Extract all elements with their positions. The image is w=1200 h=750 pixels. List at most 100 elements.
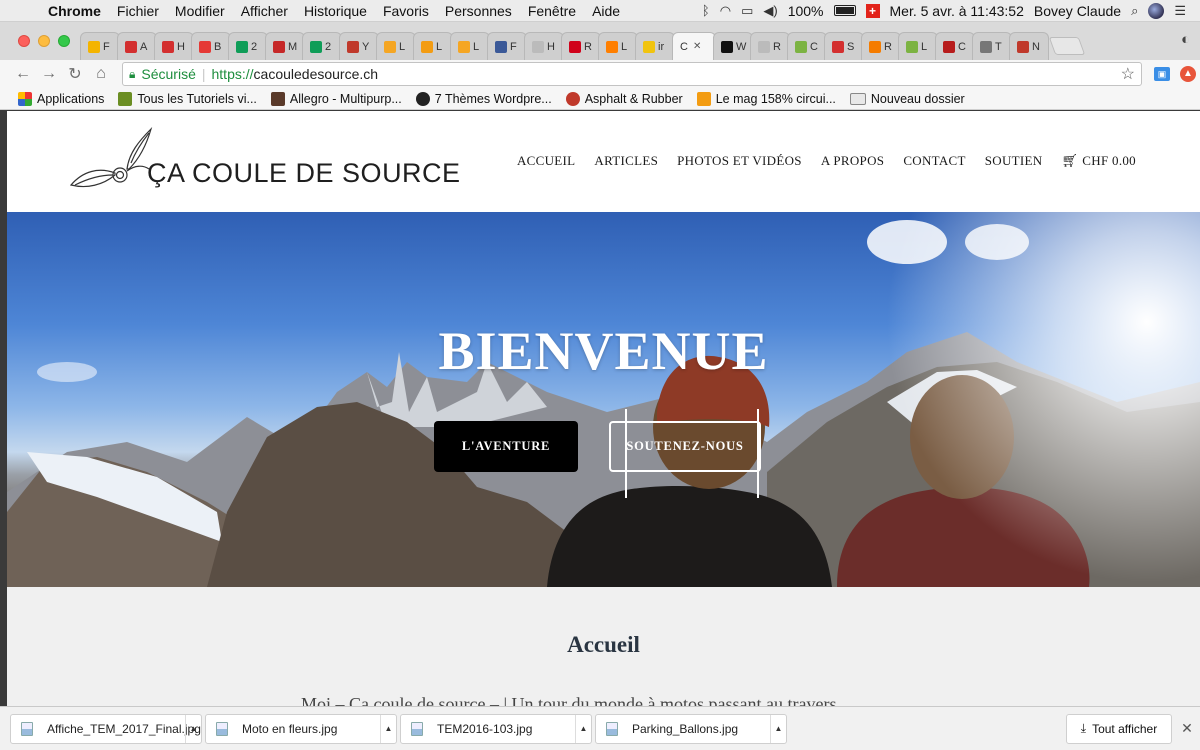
bookmark-item[interactable]: Asphalt & Rubber xyxy=(565,91,683,106)
browser-tab[interactable]: 2 xyxy=(302,32,342,60)
browser-tab-active[interactable]: C ✕ xyxy=(672,32,716,60)
notification-center-icon[interactable]: ☰ xyxy=(1174,3,1186,19)
profile-icon[interactable]: ◐ xyxy=(1181,31,1190,48)
tab-title: C xyxy=(810,40,818,53)
bookmark-item[interactable]: Allegro - Multipurp... xyxy=(270,91,402,106)
cart-link[interactable]: 🛒︎ CHF 0.00 xyxy=(1061,153,1136,169)
bookmark-item[interactable]: Nouveau dossier xyxy=(849,92,965,106)
browser-tab[interactable]: H xyxy=(154,32,194,60)
menu-modifier[interactable]: Modifier xyxy=(167,3,233,19)
browser-tab[interactable]: L xyxy=(598,32,638,60)
browser-tab[interactable]: F xyxy=(80,32,120,60)
nav-a-propos[interactable]: A PROPOS xyxy=(821,153,884,169)
clock[interactable]: Mer. 5 avr. à 11:43:52 xyxy=(890,3,1024,19)
download-menu-caret-icon[interactable]: ▲ xyxy=(185,714,201,743)
browser-tab[interactable]: C xyxy=(787,32,827,60)
browser-tab[interactable]: T xyxy=(972,32,1012,60)
close-window-button[interactable] xyxy=(18,35,30,47)
nav-accueil[interactable]: ACCUEIL xyxy=(517,153,575,169)
home-button[interactable]: ⌂ xyxy=(88,65,114,83)
download-item[interactable]: TEM2016-103.jpg ▲ xyxy=(400,713,592,744)
close-tab-icon[interactable]: ✕ xyxy=(693,41,701,52)
bookmark-item[interactable]: Tous les Tutoriels vi... xyxy=(118,91,257,106)
spotlight-search-icon[interactable]: ⌕ xyxy=(1131,3,1138,19)
bookmark-star-icon[interactable]: ☆ xyxy=(1121,64,1135,84)
tab-title: F xyxy=(103,40,110,53)
browser-tab[interactable]: M xyxy=(265,32,305,60)
volume-icon[interactable]: ◀) xyxy=(763,3,777,19)
nav-photos-videos[interactable]: PHOTOS ET VIDÉOS xyxy=(677,153,802,169)
show-all-downloads-button[interactable]: ⤓ Tout afficher xyxy=(1066,713,1172,744)
battery-icon[interactable] xyxy=(833,5,856,16)
tab-title: B xyxy=(214,40,222,53)
nav-contact[interactable]: CONTACT xyxy=(903,153,965,169)
browser-tab[interactable]: L xyxy=(376,32,416,60)
tab-title: ir xyxy=(658,40,665,53)
browser-tab[interactable]: 2 xyxy=(228,32,268,60)
cart-icon: 🛒︎ xyxy=(1061,153,1079,168)
wifi-icon[interactable]: ◠ xyxy=(720,3,731,19)
browser-tab[interactable]: F xyxy=(487,32,527,60)
browser-tab[interactable]: ir xyxy=(635,32,675,60)
browser-tab[interactable]: R xyxy=(750,32,790,60)
section-intro-text: Moi – Ça coule de source – | Un tour du … xyxy=(301,694,837,706)
download-item[interactable]: Parking_Ballons.jpg ▲ xyxy=(595,713,787,744)
back-button[interactable]: ← xyxy=(10,65,36,83)
forward-button[interactable]: → xyxy=(36,65,62,83)
browser-tab[interactable]: B xyxy=(191,32,231,60)
extension-blue-icon[interactable]: ▣ xyxy=(1154,67,1170,81)
browser-tab[interactable]: R xyxy=(861,32,901,60)
browser-tab[interactable]: H xyxy=(524,32,564,60)
browser-tab[interactable]: S xyxy=(824,32,864,60)
download-menu-caret-icon[interactable]: ▲ xyxy=(770,714,786,743)
menu-aide[interactable]: Aide xyxy=(584,3,628,19)
browser-tab[interactable]: W xyxy=(713,32,753,60)
site-logo[interactable]: ÇA COULE DE SOURCE xyxy=(69,123,461,195)
address-bar[interactable]: 🔒︎ Sécurisé | https:// cacouledesource.c… xyxy=(122,62,1142,86)
bookmark-item[interactable]: 7 Thèmes Wordpre... xyxy=(415,91,552,106)
tab-title: 2 xyxy=(325,40,332,53)
close-shelf-icon[interactable]: ✕ xyxy=(1178,720,1196,737)
browser-tab[interactable]: A xyxy=(117,32,157,60)
browser-tab[interactable]: L xyxy=(450,32,490,60)
menu-fichier[interactable]: Fichier xyxy=(109,3,167,19)
user-name[interactable]: Bovey Claude xyxy=(1034,3,1121,19)
menu-afficher[interactable]: Afficher xyxy=(233,3,296,19)
red-box-icon xyxy=(162,40,174,53)
reload-button[interactable]: ↻ xyxy=(62,64,88,84)
browser-tab[interactable]: Y xyxy=(339,32,379,60)
swiss-flag-icon[interactable]: + xyxy=(865,3,880,18)
menu-fenetre[interactable]: Fenêtre xyxy=(520,3,584,19)
minimize-window-button[interactable] xyxy=(38,35,50,47)
nav-soutien[interactable]: SOUTIEN xyxy=(985,153,1043,169)
menu-app-name[interactable]: Chrome xyxy=(40,3,109,19)
browser-tab[interactable]: L xyxy=(413,32,453,60)
download-menu-caret-icon[interactable]: ▲ xyxy=(380,714,396,743)
download-item[interactable]: Affiche_TEM_2017_Final.jpg ▲ xyxy=(10,713,202,744)
tab-title: R xyxy=(773,40,781,53)
browser-tab[interactable]: C xyxy=(935,32,975,60)
secure-label[interactable]: Sécurisé xyxy=(141,66,195,82)
menu-favoris[interactable]: Favoris xyxy=(375,3,437,19)
logo-text: ÇA COULE DE SOURCE xyxy=(147,158,461,188)
browser-tab[interactable]: L xyxy=(898,32,938,60)
download-menu-caret-icon[interactable]: ▲ xyxy=(575,714,591,743)
download-item[interactable]: Moto en fleurs.jpg ▲ xyxy=(205,713,397,744)
new-tab-button[interactable] xyxy=(1048,37,1086,55)
soutenez-nous-button[interactable]: SOUTENEZ-NOUS xyxy=(609,409,761,498)
menu-personnes[interactable]: Personnes xyxy=(437,3,520,19)
zoom-window-button[interactable] xyxy=(58,35,70,47)
tab-title: N xyxy=(1032,40,1040,53)
bookmark-item[interactable]: Applications xyxy=(18,91,104,106)
bookmark-item[interactable]: Le mag 158% circui... xyxy=(696,91,836,106)
lock-icon[interactable]: 🔒︎ xyxy=(129,67,135,82)
siri-icon[interactable] xyxy=(1148,2,1165,19)
aventure-button[interactable]: L'AVENTURE xyxy=(434,421,578,472)
menu-historique[interactable]: Historique xyxy=(296,3,375,19)
nav-articles[interactable]: ARTICLES xyxy=(594,153,658,169)
browser-tab[interactable]: N xyxy=(1009,32,1049,60)
browser-tab[interactable]: R xyxy=(561,32,601,60)
airplay-icon[interactable]: ▭ xyxy=(741,3,753,19)
extension-orange-icon[interactable]: ▲ xyxy=(1180,66,1196,82)
bluetooth-icon[interactable]: ᛒ xyxy=(702,3,710,18)
